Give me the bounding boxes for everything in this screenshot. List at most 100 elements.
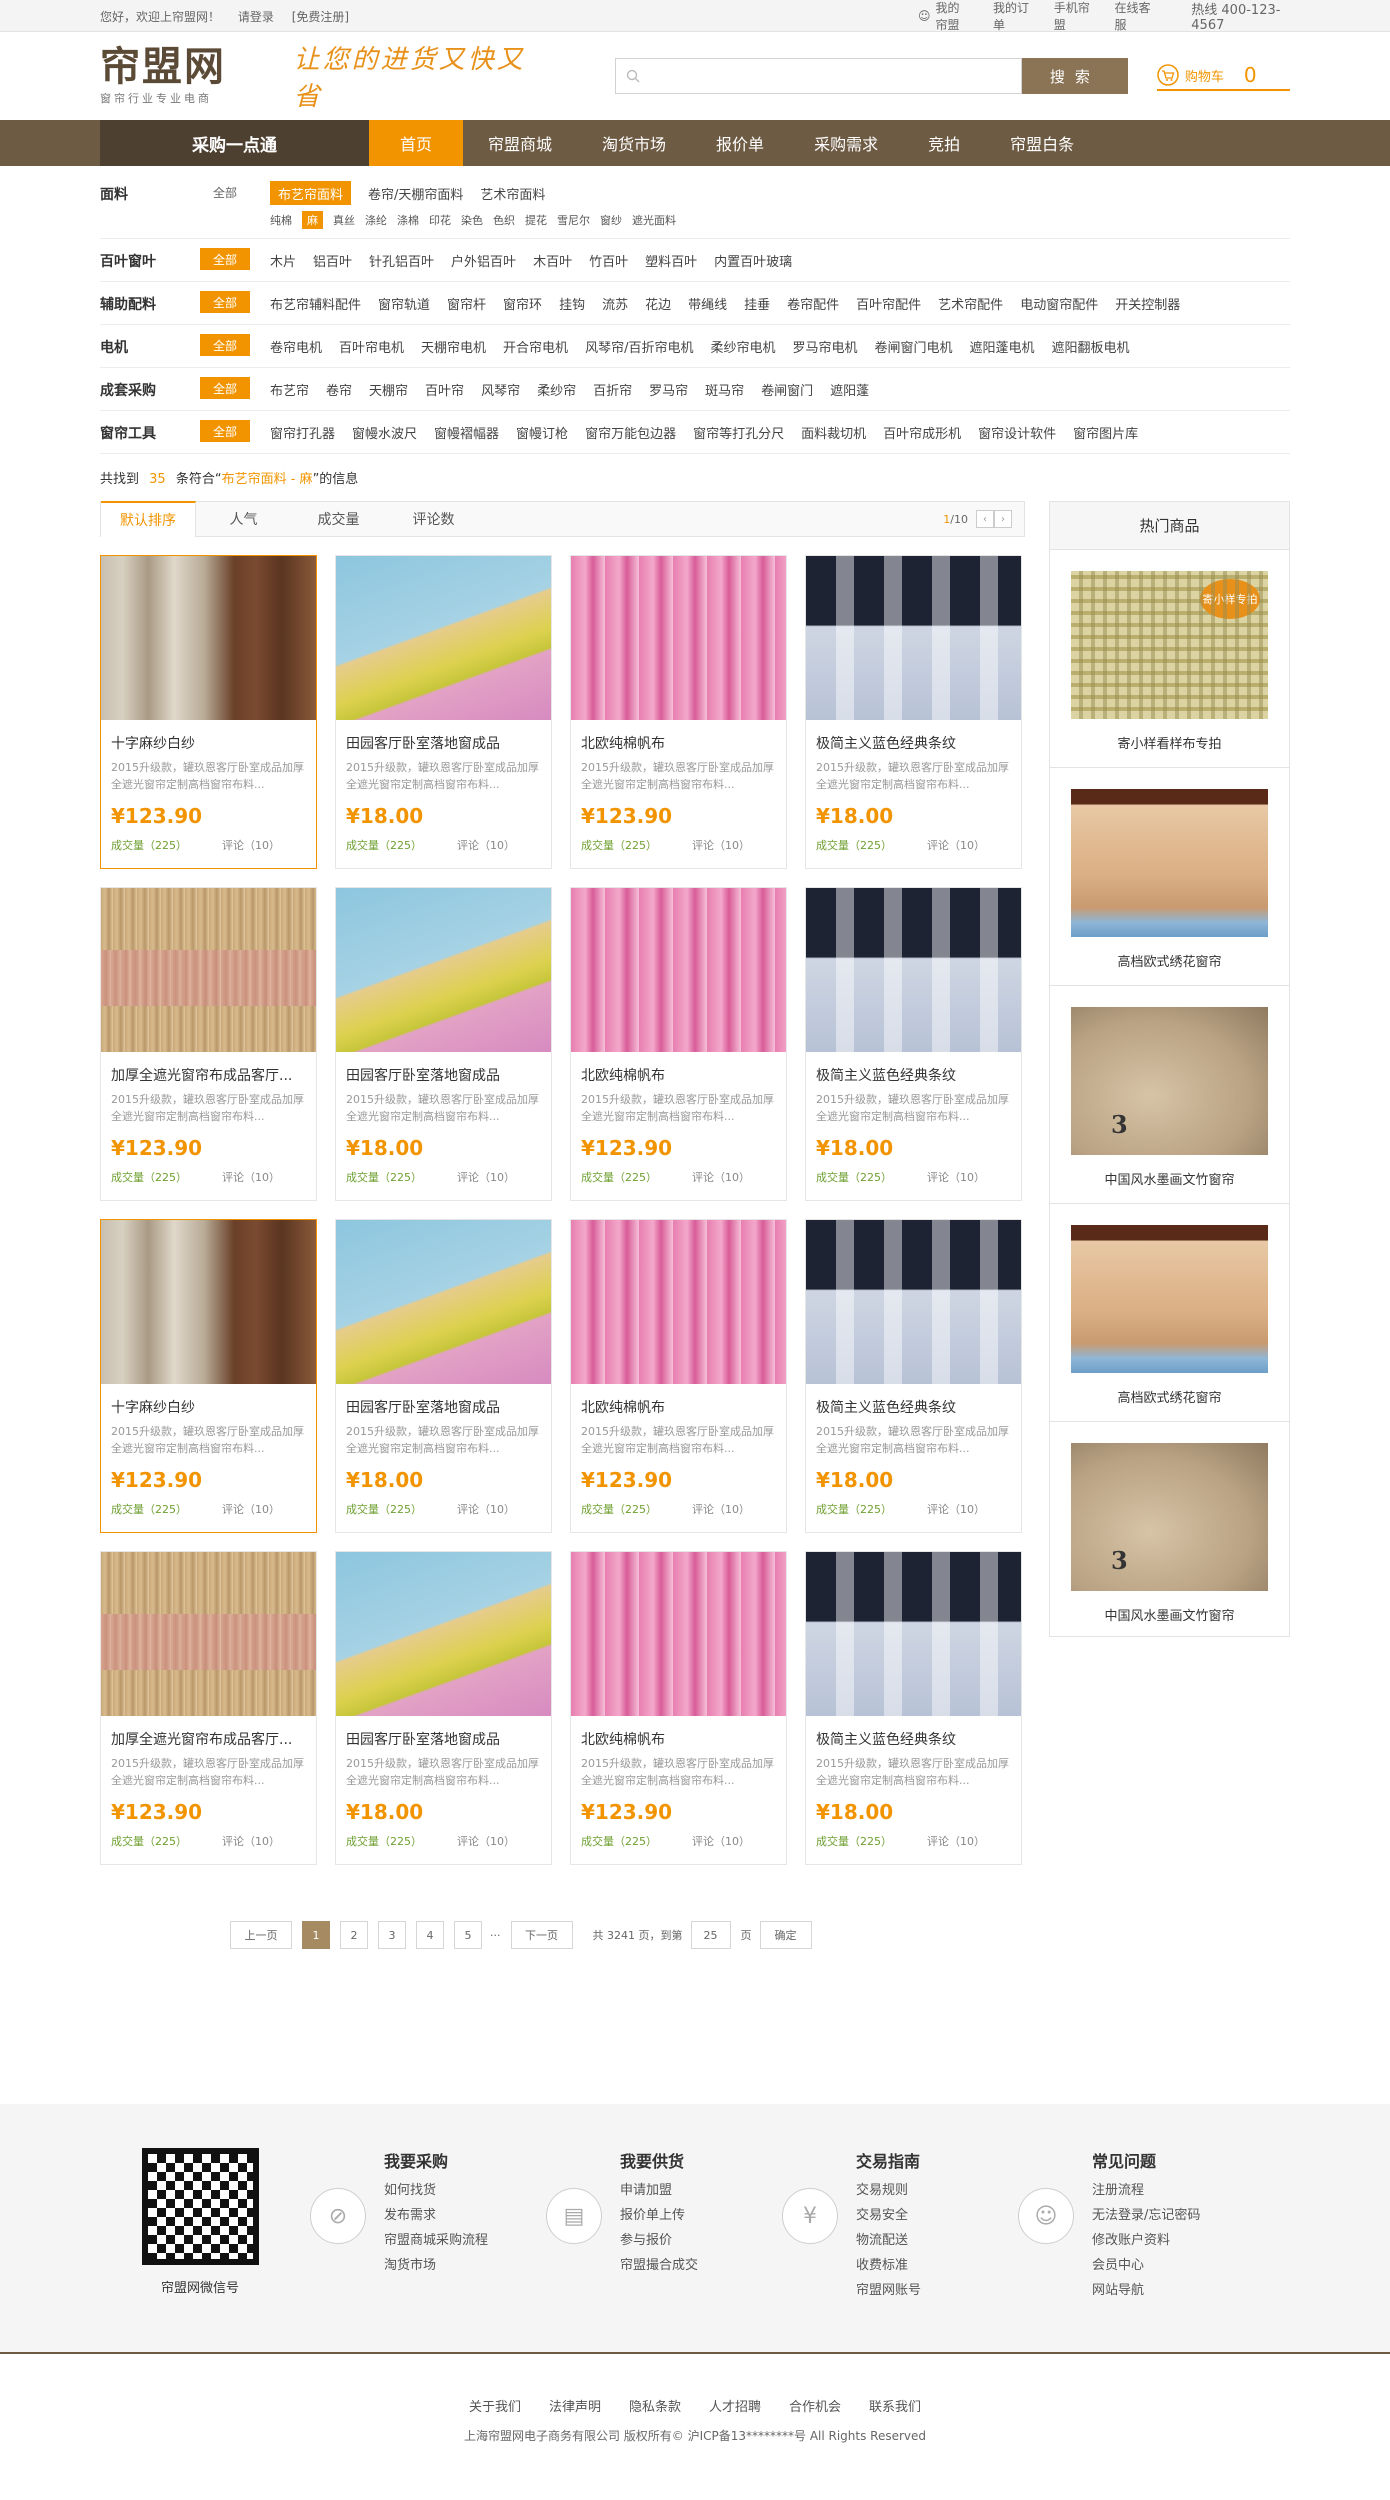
my-orders-link[interactable]: 我的订单	[993, 0, 1032, 33]
product-card[interactable]: 极简主义蓝色经典条纹 2015升级款，罐玖恩客厅卧室成品加厚全遮光窗帘定制高档窗帘…	[805, 555, 1022, 869]
filter-option[interactable]: 天棚帘电机	[421, 334, 486, 358]
filter-option[interactable]: 木百叶	[533, 248, 572, 272]
footer-link[interactable]: 发布需求	[384, 2203, 488, 2228]
nav-home[interactable]: 首页	[369, 120, 464, 166]
page-number-button[interactable]: 4	[416, 1921, 444, 1949]
product-name[interactable]: 极简主义蓝色经典条纹	[806, 720, 1021, 753]
filter-option[interactable]: 柔纱帘电机	[710, 334, 775, 358]
filter-option[interactable]: 卷帘电机	[270, 334, 322, 358]
filter-option[interactable]: 窗帘轨道	[378, 291, 430, 315]
filter-all-button[interactable]: 全部	[200, 181, 250, 203]
filter-option[interactable]: 卷闸窗门	[761, 377, 813, 401]
footer-link[interactable]: 网站导航	[1092, 2278, 1200, 2303]
footer-link[interactable]: 无法登录/忘记密码	[1092, 2203, 1200, 2228]
page-number-button[interactable]: 5	[454, 1921, 482, 1949]
product-image[interactable]	[806, 1552, 1021, 1716]
product-image[interactable]	[101, 1220, 316, 1384]
product-name[interactable]: 田园客厅卧室落地窗成品	[336, 1052, 551, 1085]
product-image[interactable]	[101, 1552, 316, 1716]
product-name[interactable]: 北欧纯棉帆布	[571, 1052, 786, 1085]
filter-option[interactable]: 带绳线	[688, 291, 727, 315]
filter-sub-option[interactable]: 窗纱	[600, 211, 622, 229]
footer-link[interactable]: 参与报价	[620, 2228, 698, 2253]
filter-option[interactable]: 风琴帘	[481, 377, 520, 401]
product-image[interactable]	[571, 1220, 786, 1384]
sort-popularity[interactable]: 人气	[196, 509, 291, 529]
logo[interactable]: 帘盟网 窗帘行业专业电商	[100, 46, 239, 106]
my-account-link[interactable]: ☺ 我的帘盟	[918, 0, 971, 33]
filter-option[interactable]: 流苏	[602, 291, 628, 315]
filter-option[interactable]: 布艺帘面料	[270, 181, 352, 205]
sort-reviews[interactable]: 评论数	[386, 509, 481, 529]
footer-link[interactable]: 报价单上传	[620, 2203, 698, 2228]
filter-option[interactable]: 窗帘万能包边器	[585, 420, 676, 444]
filter-all-button[interactable]: 全部	[200, 291, 250, 313]
filter-option[interactable]: 百叶帘成形机	[883, 420, 961, 444]
filter-sub-option[interactable]: 真丝	[333, 211, 355, 229]
sort-default[interactable]: 默认排序	[101, 500, 196, 537]
footer-link[interactable]: 帘盟商城采购流程	[384, 2228, 488, 2253]
filter-option[interactable]: 艺术帘配件	[938, 291, 1003, 315]
product-name[interactable]: 田园客厅卧室落地窗成品	[336, 1384, 551, 1417]
bottom-link[interactable]: 关于我们	[469, 2400, 521, 2415]
filter-option[interactable]: 窗帘环	[503, 291, 542, 315]
product-name[interactable]: 极简主义蓝色经典条纹	[806, 1052, 1021, 1085]
page-number-button[interactable]: 2	[340, 1921, 368, 1949]
goto-page-input[interactable]: 25	[690, 1921, 731, 1949]
product-image[interactable]	[101, 888, 316, 1052]
hot-product-name[interactable]: 寄小样看样布专拍	[1117, 733, 1221, 752]
mini-prev-arrow[interactable]: ‹	[976, 510, 994, 528]
product-card[interactable]: 北欧纯棉帆布 2015升级款，罐玖恩客厅卧室成品加厚全遮光窗帘定制高档窗帘布料..…	[570, 1551, 787, 1865]
filter-option[interactable]: 开关控制器	[1115, 291, 1180, 315]
footer-link[interactable]: 修改账户资料	[1092, 2228, 1200, 2253]
filter-option[interactable]: 电动窗帘配件	[1020, 291, 1098, 315]
filter-option[interactable]: 铝百叶	[313, 248, 352, 272]
filter-sub-option[interactable]: 染色	[461, 211, 483, 229]
nav-mall[interactable]: 帘盟商城	[463, 120, 577, 166]
product-card[interactable]: 田园客厅卧室落地窗成品 2015升级款，罐玖恩客厅卧室成品加厚全遮光窗帘定制高档窗…	[335, 887, 552, 1201]
product-card[interactable]: 田园客厅卧室落地窗成品 2015升级款，罐玖恩客厅卧室成品加厚全遮光窗帘定制高档窗…	[335, 555, 552, 869]
bottom-link[interactable]: 法律声明	[549, 2400, 601, 2415]
filter-sub-option[interactable]: 涤棉	[397, 211, 419, 229]
hot-product-name[interactable]: 中国风水墨画文竹窗帘	[1104, 1169, 1234, 1188]
nav-quote[interactable]: 报价单	[691, 120, 789, 166]
hot-product-item[interactable]: 3 中国风水墨画文竹窗帘	[1050, 1422, 1289, 1640]
search-input[interactable]	[614, 58, 1022, 94]
bottom-link[interactable]: 人才招聘	[709, 2400, 761, 2415]
page-number-button[interactable]: 3	[378, 1921, 406, 1949]
filter-option[interactable]: 窗帘打孔器	[270, 420, 335, 444]
nav-market[interactable]: 淘货市场	[577, 120, 691, 166]
search-button[interactable]: 搜索	[1021, 58, 1128, 94]
hot-product-name[interactable]: 高档欧式绣花窗帘	[1117, 951, 1221, 970]
product-image[interactable]	[101, 556, 316, 720]
product-image[interactable]	[336, 888, 551, 1052]
hot-product-item[interactable]: 高档欧式绣花窗帘	[1050, 1204, 1289, 1422]
bottom-link[interactable]: 隐私条款	[629, 2400, 681, 2415]
mini-next-arrow[interactable]: ›	[994, 510, 1012, 528]
product-name[interactable]: 北欧纯棉帆布	[571, 720, 786, 753]
footer-link[interactable]: 交易安全	[856, 2203, 921, 2228]
product-name[interactable]: 极简主义蓝色经典条纹	[806, 1384, 1021, 1417]
product-image[interactable]	[806, 556, 1021, 720]
product-card[interactable]: 田园客厅卧室落地窗成品 2015升级款，罐玖恩客厅卧室成品加厚全遮光窗帘定制高档窗…	[335, 1551, 552, 1865]
login-link[interactable]: 请登录	[238, 10, 274, 24]
footer-link[interactable]: 会员中心	[1092, 2253, 1200, 2278]
filter-sub-option[interactable]: 提花	[525, 211, 547, 229]
filter-sub-option[interactable]: 麻	[302, 211, 323, 229]
footer-link[interactable]: 交易规则	[856, 2178, 921, 2203]
product-card[interactable]: 极简主义蓝色经典条纹 2015升级款，罐玖恩客厅卧室成品加厚全遮光窗帘定制高档窗帘…	[805, 887, 1022, 1201]
nav-demand[interactable]: 采购需求	[789, 120, 903, 166]
filter-option[interactable]: 布艺帘	[270, 377, 309, 401]
customer-service-link[interactable]: 在线客服	[1115, 0, 1154, 33]
filter-option[interactable]: 挂垂	[744, 291, 770, 315]
filter-sub-option[interactable]: 涤纶	[365, 211, 387, 229]
filter-all-button[interactable]: 全部	[200, 334, 250, 356]
mobile-link[interactable]: 手机帘盟	[1054, 0, 1093, 33]
product-image[interactable]	[806, 888, 1021, 1052]
product-card[interactable]: 极简主义蓝色经典条纹 2015升级款，罐玖恩客厅卧室成品加厚全遮光窗帘定制高档窗帘…	[805, 1551, 1022, 1865]
filter-all-button[interactable]: 全部	[200, 248, 250, 270]
cart-button[interactable]: 购物车 0	[1156, 61, 1290, 91]
filter-option[interactable]: 卷帘/天棚帘面料	[368, 181, 463, 205]
filter-option[interactable]: 窗帘图片库	[1073, 420, 1138, 444]
filter-option[interactable]: 遮阳蓬	[830, 377, 869, 401]
